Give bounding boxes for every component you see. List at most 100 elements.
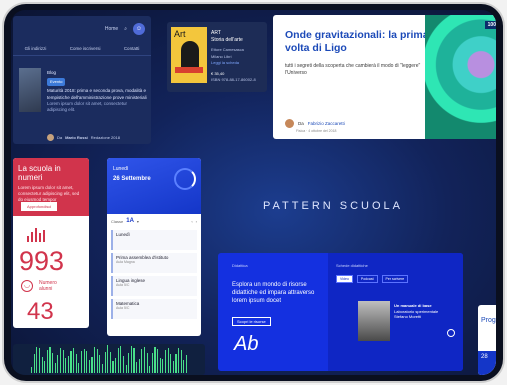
- waveform-bar: [109, 351, 111, 373]
- waveform-bar: [62, 349, 64, 373]
- waveform-bar: [133, 348, 135, 373]
- stat-number-2: 43: [27, 298, 54, 325]
- approfondisci-button[interactable]: Approfondisci: [21, 202, 58, 211]
- resource-title[interactable]: Un manuale di base: [394, 303, 432, 308]
- calendar-card: Lunedì 26 Settembre Classe 1A ▾ ‹ › Lunedì …: [107, 158, 201, 336]
- prev-icon[interactable]: ‹: [191, 219, 192, 224]
- next-arrow-icon[interactable]: [447, 329, 455, 337]
- gravity-illustration: [425, 15, 496, 139]
- waveform-bar: [125, 364, 127, 373]
- book-card[interactable]: Art ART Storia dell'arte Ettore Camesasc…: [167, 22, 267, 92]
- waveform-bar: [49, 347, 51, 373]
- waveform-bar: [167, 347, 169, 373]
- book-info: ART Storia dell'arte Ettore Camesasca Mi…: [211, 30, 265, 84]
- resource-sub2: Stefano Moretti: [394, 314, 422, 319]
- waveform-bar: [175, 354, 177, 373]
- next-icon[interactable]: ›: [196, 219, 197, 224]
- waveform-bar: [44, 360, 46, 373]
- waveform-bar: [94, 347, 96, 373]
- waveform-bar: [128, 352, 130, 373]
- waveform-bar: [178, 348, 180, 373]
- partial-box: 28: [478, 351, 496, 375]
- waveform-bar: [115, 357, 117, 373]
- class-selector[interactable]: Classe 1A ▾ ‹ ›: [111, 218, 197, 224]
- gravity-tag: 100: [484, 21, 496, 29]
- waveform-bar: [151, 353, 153, 373]
- tab-video[interactable]: Video: [336, 275, 353, 283]
- gravity-title[interactable]: Onde gravitazionali: la prima volta di L…: [285, 29, 435, 55]
- bars-icon: [27, 228, 45, 242]
- stat-number-1: 993: [19, 246, 65, 276]
- menu-item-indirizzi[interactable]: Gli indirizzi: [25, 46, 47, 51]
- waveform-bar: [172, 361, 174, 373]
- event-tag: Evento: [47, 78, 66, 87]
- resources-button[interactable]: Scopri le risorse: [232, 317, 271, 326]
- resource-info: Un manuale di base Laboratorio speriment…: [394, 303, 444, 320]
- book-link[interactable]: Leggi la scheda: [211, 60, 265, 67]
- tab-scrivere[interactable]: Per scrivere: [381, 275, 409, 283]
- home-link[interactable]: Home: [105, 26, 118, 32]
- numbers-text: Lorem ipsum dolor sit amet, consectetur …: [18, 185, 80, 202]
- nav-card: Home ⌕ ☺ Gli indirizzi Come iscriversi C…: [13, 16, 151, 144]
- brand-title: PATTERN SCUOLA: [263, 200, 403, 212]
- waveform-bar: [65, 358, 67, 373]
- waveform-bar: [75, 353, 77, 373]
- schedule-row[interactable]: Prima assemblea d'istituto Aula Magna: [111, 253, 197, 273]
- author-prefix: Da: [57, 135, 63, 140]
- gravity-article-card[interactable]: Onde gravitazionali: la prima volta di L…: [273, 15, 496, 139]
- schedule-row[interactable]: Lingua inglese Aula 5/C: [111, 276, 197, 296]
- resources-card: Didattica Esplora un mondo di risorse di…: [218, 253, 463, 371]
- panel-title: Schede didattiche: [336, 263, 368, 268]
- schedule-title: Lunedì: [116, 232, 130, 237]
- numbers-header: La scuola in numeri Lorem ipsum dolor si…: [13, 158, 89, 216]
- menu-item-iscriversi[interactable]: Come iscriversi: [70, 46, 101, 51]
- main-menu: Gli indirizzi Come iscriversi Contatti: [13, 42, 151, 56]
- menu-item-contatti[interactable]: Contatti: [124, 46, 140, 51]
- waveform-bar: [38, 348, 40, 373]
- waveform-bar: [146, 352, 148, 373]
- article-author: Da Mario Rossi Redazione 2018: [47, 134, 120, 141]
- waveform-bar: [141, 348, 143, 373]
- chevron-down-icon[interactable]: ▾: [137, 219, 139, 224]
- waveform-bar: [136, 362, 138, 373]
- resources-label: Didattica: [232, 263, 248, 268]
- waveform-bar: [67, 356, 69, 373]
- waveform-bar: [107, 345, 109, 373]
- search-icon[interactable]: ⌕: [124, 26, 127, 32]
- tab-podcast[interactable]: Podcast: [356, 275, 378, 283]
- author-name[interactable]: Fabrizio Zaccaretti: [308, 121, 345, 126]
- article-title[interactable]: Maturità 2018: prima e seconda prova, mo…: [47, 88, 147, 100]
- gravity-desc: tutti i segreti della scoperta che cambi…: [285, 63, 421, 76]
- class-value[interactable]: 1A: [126, 218, 134, 224]
- schedule-row[interactable]: Matematica Aula 5/C: [111, 299, 197, 319]
- waveform-bar: [31, 367, 33, 373]
- waveform-bar: [180, 350, 182, 373]
- gravity-author: Da Fabrizio Zaccaretti: [285, 119, 345, 128]
- resources-headline: Esplora un mondo di risorse didattiche e…: [232, 282, 315, 304]
- waveform-bar: [73, 348, 75, 373]
- article-image: [19, 68, 41, 112]
- numbers-card: La scuola in numeri Lorem ipsum dolor si…: [13, 158, 89, 328]
- cover-stripe: [175, 67, 203, 73]
- calendar-date: 26 Settembre: [113, 176, 151, 182]
- waveform-bar: [36, 347, 38, 373]
- showcase-screen: Home ⌕ ☺ Gli indirizzi Come iscriversi C…: [11, 10, 496, 375]
- author-role: Redazione 2018: [90, 135, 120, 140]
- waveform-bar: [164, 349, 166, 373]
- schedule-room: Aula 5/C: [116, 283, 130, 287]
- schedule-list: Lunedì Prima assemblea d'istituto Aula Ma…: [111, 230, 197, 322]
- schedule-room: Aula Magna: [116, 260, 135, 264]
- isometric-illustration: Ab: [234, 333, 259, 355]
- waveform-bar: [57, 355, 59, 373]
- waveform-bar: [83, 349, 85, 373]
- waveform-bar: [185, 355, 187, 373]
- waveform-bar: [70, 351, 72, 373]
- avatar[interactable]: ☺: [133, 23, 145, 35]
- article-preview[interactable]: Blog Evento Maturità 2018: prima e secon…: [47, 70, 147, 113]
- resource-sub: Laboratorio sperimentale: [394, 308, 439, 314]
- schedule-row[interactable]: Lunedì: [111, 230, 197, 250]
- partial-card: Prog 28: [478, 305, 496, 375]
- waveform-bar: [46, 350, 48, 373]
- author-prefix: Da: [298, 121, 304, 126]
- author-avatar: [47, 134, 54, 141]
